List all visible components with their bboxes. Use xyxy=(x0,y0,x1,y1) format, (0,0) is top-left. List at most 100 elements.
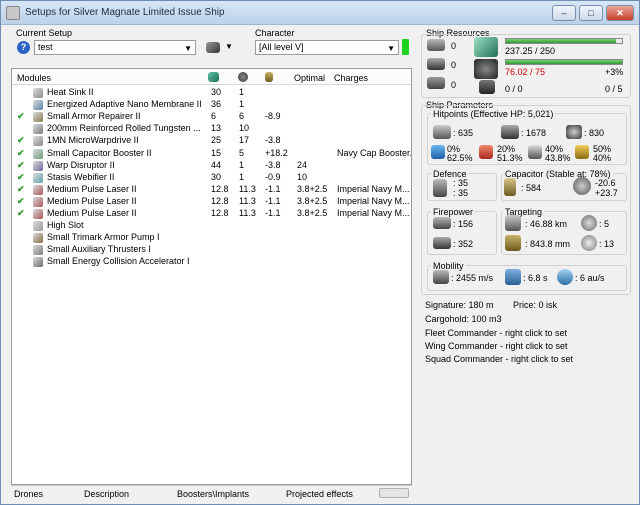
module-power: 11.3 xyxy=(239,183,256,194)
module-icon xyxy=(33,233,43,244)
capacitor-usage-value: -20.6 xyxy=(595,178,616,188)
firepower-label: Firepower xyxy=(431,207,476,217)
volley-icon xyxy=(433,237,451,249)
module-row[interactable]: High Slot xyxy=(15,220,411,232)
module-power: 6 xyxy=(239,111,245,122)
module-name: High Slot xyxy=(47,220,84,231)
module-row[interactable]: ✔ Warp Disruptor II 44 1 -3.8 24 xyxy=(15,160,411,172)
title-bar[interactable]: Setups for Silver Magnate Limited Issue … xyxy=(1,1,639,25)
cpu-icon xyxy=(474,37,498,57)
setup-tools-icon[interactable] xyxy=(206,42,220,53)
module-name: 1MN MicroWarpdrive II xyxy=(47,135,139,146)
modules-header: Modules Optimal Charges xyxy=(12,69,411,85)
module-optimal: 24 xyxy=(297,159,308,170)
character-label: Character xyxy=(255,28,295,38)
module-icon xyxy=(33,209,43,219)
module-power: 1 xyxy=(239,171,245,182)
module-icon xyxy=(33,172,43,183)
tab-projected-effects[interactable]: Projected effects xyxy=(286,489,353,499)
tab-description[interactable]: Description xyxy=(84,489,129,499)
module-row[interactable]: Small Energy Collision Accelerator I xyxy=(15,256,411,268)
warp-speed-icon xyxy=(557,269,573,285)
module-row[interactable]: Small Auxiliary Thrusters I xyxy=(15,244,411,256)
dps-icon xyxy=(433,217,451,229)
power-column-icon[interactable] xyxy=(238,72,248,82)
modules-column-header[interactable]: Modules xyxy=(17,73,51,83)
drone-bay-icon xyxy=(479,80,495,94)
cpu-value: 237.25 / 250 xyxy=(505,46,556,56)
align-time-value: : 6.8 s xyxy=(523,273,548,283)
charges-column-header[interactable]: Charges xyxy=(334,73,368,83)
module-capacitor: -3.8 xyxy=(265,159,281,170)
shield-hp: : 635 xyxy=(453,128,474,138)
module-capacitor: -1.1 xyxy=(265,208,281,218)
structure-icon xyxy=(566,125,582,139)
module-row[interactable]: ✔ Stasis Webifier II 30 1 -0.9 10 xyxy=(15,172,411,184)
module-cpu: 30 xyxy=(211,171,222,182)
dps-value: : 156 xyxy=(453,219,474,229)
targeting-range-icon xyxy=(505,215,521,231)
explosive-resist-bottom: 40% xyxy=(593,153,612,163)
module-row[interactable]: ✔ Medium Pulse Laser II 12.8 11.3 -1.1 3.8+2.… xyxy=(15,196,411,208)
drone-bandwidth-value: 0 / 0 xyxy=(505,84,523,94)
module-row[interactable]: Heat Sink II 30 1 xyxy=(15,87,411,99)
module-row[interactable]: ✔ Medium Pulse Laser II 12.8 11.3 -1.1 3.8+2.… xyxy=(15,184,411,196)
launcher-hardpoint-count: 0 xyxy=(451,60,457,70)
module-cpu: 6 xyxy=(211,111,217,122)
module-name: Energized Adaptive Nano Membrane II xyxy=(47,99,202,110)
character-select[interactable]: [All level V] ▼ xyxy=(255,40,399,55)
module-capacitor: -3.8 xyxy=(265,135,281,146)
max-targets-value: : 5 xyxy=(599,219,610,229)
module-power: 1 xyxy=(239,87,245,97)
velocity-value: : 2455 m/s xyxy=(451,273,494,283)
tab-boosters-implants[interactable]: Boosters\Implants xyxy=(177,489,249,499)
capacitor-column-icon[interactable] xyxy=(265,72,273,82)
module-row[interactable]: Small Trimark Armor Pump I xyxy=(15,232,411,244)
module-icon xyxy=(33,184,43,195)
kinetic-resist-bottom: 43.8% xyxy=(545,153,571,163)
module-icon xyxy=(33,112,43,123)
module-row[interactable]: ✔ 1MN MicroWarpdrive II 25 17 -3.8 xyxy=(15,135,411,147)
tools-dropdown-arrow-icon[interactable]: ▼ xyxy=(225,42,233,51)
module-row[interactable]: 200mm Reinforced Rolled Tungsten ... 13 10 xyxy=(15,123,411,135)
app-icon xyxy=(6,6,20,20)
module-cpu: 13 xyxy=(211,123,222,134)
module-icon xyxy=(33,100,43,111)
power-bar-fill xyxy=(506,60,622,64)
capacitor-recharge-icon xyxy=(573,177,591,195)
module-power: 1 xyxy=(239,159,245,170)
wing-commander[interactable]: Wing Commander - right click to set xyxy=(425,341,568,351)
squad-commander[interactable]: Squad Commander - right click to set xyxy=(425,354,573,364)
fleet-commander[interactable]: Fleet Commander - right click to set xyxy=(425,328,567,338)
module-row[interactable]: Energized Adaptive Nano Membrane II 36 1 xyxy=(15,99,411,111)
close-button[interactable]: ✕ xyxy=(606,5,634,21)
setup-select[interactable]: test ▼ xyxy=(34,40,196,55)
help-icon[interactable]: ? xyxy=(17,41,30,54)
module-power: 1 xyxy=(239,99,245,110)
tab-drones[interactable]: Drones xyxy=(14,489,43,499)
cpu-bar-fill xyxy=(506,39,617,43)
cpu-column-icon[interactable] xyxy=(208,72,219,82)
module-name: Small Auxiliary Thrusters I xyxy=(47,244,151,255)
hitpoints-label: Hitpoints (Effective HP: 5,021) xyxy=(431,109,556,119)
module-cpu: 15 xyxy=(211,147,222,158)
maximize-button[interactable]: □ xyxy=(579,5,603,21)
minimize-button[interactable]: – xyxy=(552,5,576,21)
module-icon xyxy=(33,136,43,147)
max-targets-icon xyxy=(581,215,597,231)
module-row[interactable]: ✔ Medium Pulse Laser II 12.8 11.3 -1.1 3.8+2.… xyxy=(15,208,411,220)
module-active-check-icon: ✔ xyxy=(17,171,25,182)
module-cpu: 44 xyxy=(211,159,222,170)
optimal-column-header[interactable]: Optimal xyxy=(294,73,325,83)
current-setup-label: Current Setup xyxy=(16,28,73,38)
module-cpu: 30 xyxy=(211,87,222,97)
module-row[interactable]: ✔ Small Capacitor Booster II 15 5 +18.2 Navy … xyxy=(15,148,411,160)
module-row[interactable]: ✔ Small Armor Repairer II 6 6 -8.9 xyxy=(15,111,411,123)
module-active-check-icon: ✔ xyxy=(17,195,25,206)
clear-button[interactable] xyxy=(379,488,409,498)
module-optimal: 3.8+2.5 xyxy=(297,195,328,206)
module-icon xyxy=(33,221,43,232)
module-name: Warp Disruptor II xyxy=(47,159,115,170)
shield-icon xyxy=(433,125,451,139)
module-name: Medium Pulse Laser II xyxy=(47,183,137,194)
